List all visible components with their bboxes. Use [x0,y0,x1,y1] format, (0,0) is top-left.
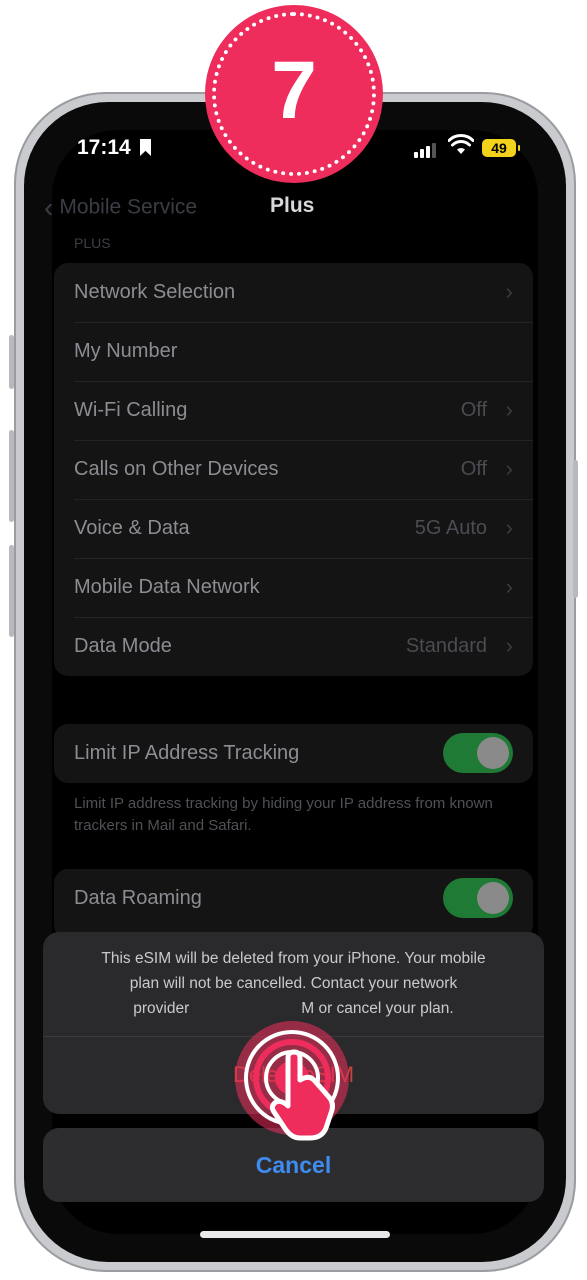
side-button [573,460,578,598]
row-label: Mobile Data Network [74,576,260,598]
limit-ip-label: Limit IP Address Tracking [74,742,300,764]
row-label: Network Selection [74,281,236,303]
message-line: This eSIM will be deleted from your iPho… [101,950,486,967]
chevron-right-icon: › [505,279,513,304]
limit-ip-toggle[interactable] [443,733,513,773]
row-value: 5G Auto [414,517,487,539]
battery-icon: 49 [482,139,520,157]
action-sheet-message: This eSIM will be deleted from your iPho… [61,946,526,1021]
row-value: Standard [405,635,487,657]
cancel-label: Cancel [255,1152,332,1178]
message-line: plan will not be cancelled. Contact your… [129,975,458,992]
row-value: Off [460,458,487,480]
data-roaming-toggle[interactable] [443,878,513,918]
row-value: Off [460,399,487,421]
settings-group: Network Selection › My Number Wi-Fi Call… [54,263,533,676]
chevron-right-icon: › [505,515,513,540]
row-wifi-calling[interactable]: Wi-Fi Calling Off › [54,381,533,440]
wifi-icon [448,134,474,154]
row-my-number[interactable]: My Number [54,322,533,381]
row-voice-data[interactable]: Voice & Data 5G Auto › [54,499,533,558]
status-time: 17:14 [77,136,131,159]
toggle-knob [477,737,509,769]
chevron-right-icon: › [505,397,513,422]
side-button [9,545,14,637]
step-number: 7 [271,45,317,136]
step-badge: 7 [206,6,382,182]
page-title: Plus [270,194,315,217]
side-button [9,335,14,389]
toggle-knob [477,882,509,914]
row-label: My Number [74,340,178,362]
row-calls-other-devices[interactable]: Calls on Other Devices Off › [54,440,533,499]
data-roaming-label: Data Roaming [74,887,202,909]
home-indicator [200,1231,390,1238]
row-mobile-data-network[interactable]: Mobile Data Network › [54,558,533,617]
back-button[interactable]: ‹ Mobile Service [44,192,197,224]
signal-icon [414,140,438,158]
chevron-left-icon: ‹ [44,192,54,223]
limit-ip-group: Limit IP Address Tracking [54,724,533,783]
chevron-right-icon: › [505,574,513,599]
tap-hand-icon [235,1021,349,1141]
row-label: Wi-Fi Calling [74,399,188,421]
row-label: Data Mode [74,635,172,657]
row-label: Voice & Data [74,517,190,539]
row-data-mode[interactable]: Data Mode Standard › [54,617,533,676]
chevron-right-icon: › [505,456,513,481]
chevron-right-icon: › [505,633,513,658]
side-button [9,430,14,522]
row-network-selection[interactable]: Network Selection › [54,263,533,322]
data-roaming-group: Data Roaming [54,869,533,939]
back-label: Mobile Service [59,195,198,219]
limit-ip-footnote: Limit IP address tracking by hiding your… [74,795,493,834]
section-header: PLUS [74,235,111,251]
row-label: Calls on Other Devices [74,458,279,480]
